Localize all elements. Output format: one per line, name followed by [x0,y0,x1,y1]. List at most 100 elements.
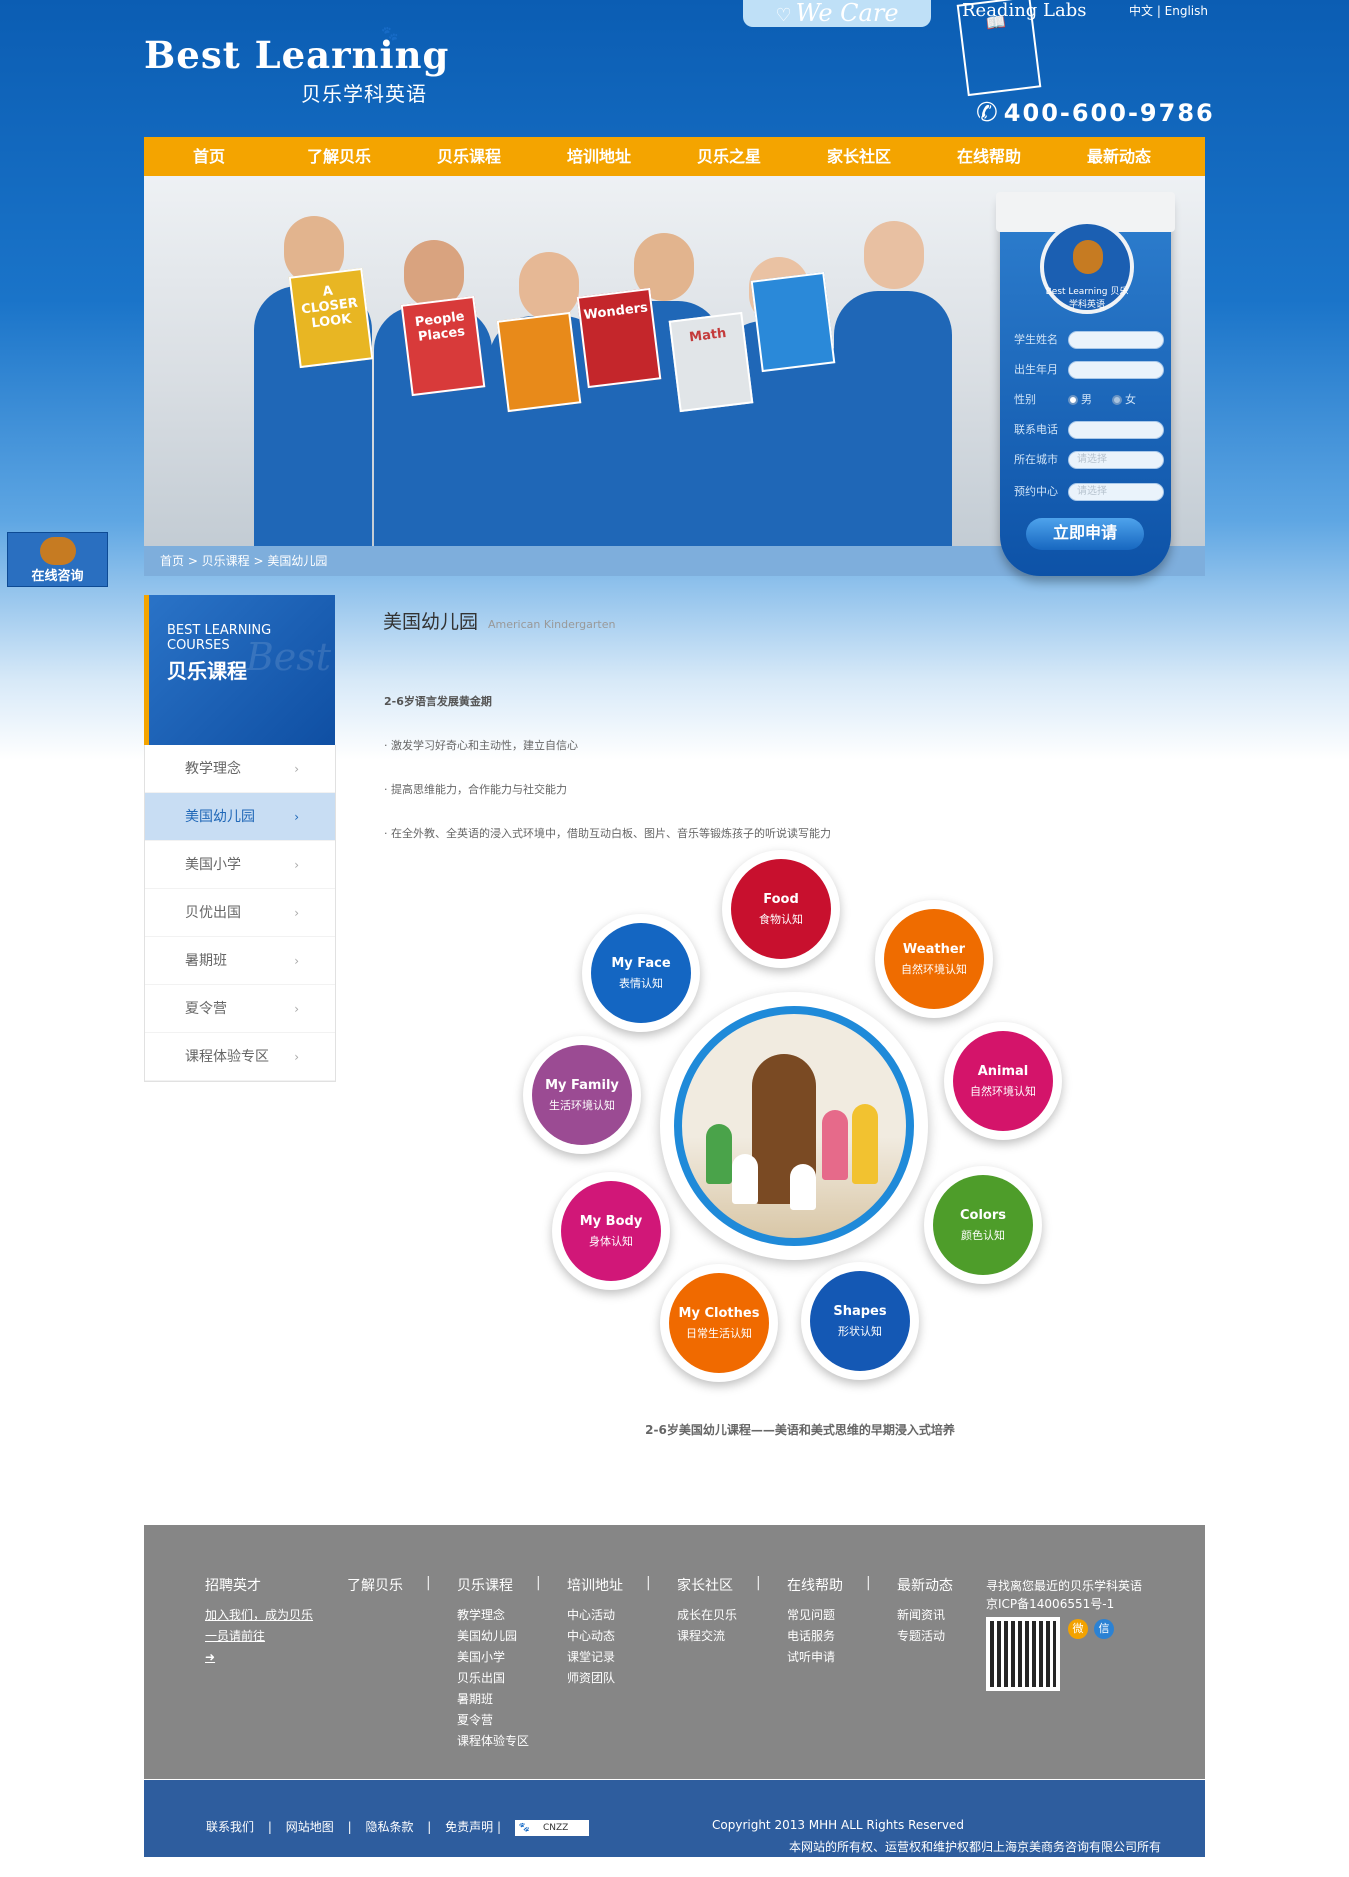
nav-item[interactable]: 在线帮助 [924,137,1054,176]
birth-input[interactable] [1068,361,1164,379]
recruit-link[interactable]: 一员请前往 [205,1626,313,1647]
bubble-shapes[interactable]: Shapes 形状认知 [801,1262,919,1380]
footer-link[interactable]: 常见问题 [787,1605,843,1626]
book-cover: A CLOSER LOOK [288,267,374,369]
language-switch[interactable]: 中文 | English [1129,2,1208,19]
male-label: 男 [1081,393,1092,406]
city-select[interactable]: 请选择 [1068,451,1164,469]
nav-item[interactable]: 家长社区 [794,137,924,176]
footer-col: 在线帮助 常见问题 电话服务 试听申请 [787,1575,843,1668]
consult-label: 在线咨询 [31,569,84,584]
ownership-note: 本网站的所有权、运营权和维护权都归上海京美商务咨询有限公司所有 [789,1840,1162,1854]
reading-labs-link[interactable]: 📖 Reading Labs [956,0,1087,97]
footer-link[interactable]: 课程体验专区 [457,1731,529,1752]
male-radio[interactable]: 男 [1068,390,1092,410]
title-cn: 美国幼儿园 [383,611,479,633]
footer-col-title[interactable]: 家长社区 [677,1575,737,1595]
find-center-text: 寻找离您最近的贝乐学科英语 [986,1579,1143,1593]
cnzz-badge[interactable]: 🐾 CNZZ [514,1819,589,1836]
sidebar-item-active[interactable]: 美国幼儿园 › [145,793,335,841]
footer-link[interactable]: 成长在贝乐 [677,1605,737,1626]
sidebar-item[interactable]: 暑期班 › [145,937,335,985]
chevron-right-icon: › [294,762,299,776]
child-figure [706,1124,732,1184]
bubble-cn: 表情认知 [619,976,663,990]
phone-input[interactable] [1068,421,1164,439]
footer-link[interactable]: 电话服务 [787,1626,843,1647]
footer-link[interactable]: 课程交流 [677,1626,737,1647]
footer-link[interactable]: 教学理念 [457,1605,529,1626]
sidebar-item[interactable]: 夏令营 › [145,985,335,1033]
footer-link[interactable]: 美国幼儿园 [457,1626,529,1647]
footer-link[interactable]: 中心活动 [567,1605,623,1626]
arrow-circle-icon[interactable]: ➜ [205,1647,313,1668]
name-input[interactable] [1068,331,1164,349]
sitemap-link[interactable]: 网站地图 [286,1820,334,1834]
bubble-my-family[interactable]: My Family 生活环境认知 [523,1036,641,1154]
sidebar-item[interactable]: 课程体验专区 › [145,1033,335,1081]
footer-link[interactable]: 专题活动 [897,1626,953,1647]
bubble-weather[interactable]: Weather 自然环境认知 [875,900,993,1018]
disclaimer-link[interactable]: 免责声明 | [445,1820,501,1834]
privacy-link[interactable]: 隐私条款 [365,1820,413,1834]
recruit-link[interactable]: 加入我们，成为贝乐 [205,1605,313,1626]
sidebar-item[interactable]: 教学理念 › [145,745,335,793]
bubble-inner: Animal 自然环境认知 [953,1031,1053,1131]
footer-col-title[interactable]: 最新动态 [897,1575,953,1595]
we-care-button[interactable]: ♡ We Care [743,0,931,27]
footer-link[interactable]: 美国小学 [457,1647,529,1668]
footer-separator: | [866,1575,871,1591]
bubble-colors[interactable]: Colors 颜色认知 [924,1166,1042,1284]
intro-heading: 2-6岁语言发展黄金期 [384,695,492,708]
contact-link[interactable]: 联系我们 [206,1820,254,1834]
apply-button[interactable]: 立即申请 [1026,518,1144,550]
online-consult-button[interactable]: 在线咨询 [7,532,108,587]
nav-item[interactable]: 了解贝乐 [274,137,404,176]
footer-col-title[interactable]: 在线帮助 [787,1575,843,1595]
footer-link[interactable]: 试听申请 [787,1647,843,1668]
center-select[interactable]: 请选择 [1068,483,1164,501]
bubble-food[interactable]: Food 食物认知 [722,850,840,968]
footer-link[interactable]: 新闻资讯 [897,1605,953,1626]
phone-row: 联系电话 [1014,420,1164,440]
site-logo[interactable]: Best Learning 🐾 贝乐学科英语 [144,26,449,106]
course-intro: 2-6岁语言发展黄金期 · 激发学习好奇心和主动性，建立自信心 · 提高思维能力… [384,680,831,856]
nav-item[interactable]: 贝乐之星 [664,137,794,176]
footer-link[interactable]: 夏令营 [457,1710,529,1731]
footer-link[interactable]: 中心动态 [567,1626,623,1647]
wechat-icon[interactable]: 信 [1094,1619,1114,1639]
footer-col-title[interactable]: 贝乐课程 [457,1575,529,1595]
bubble-animal[interactable]: Animal 自然环境认知 [944,1022,1062,1140]
footer-link[interactable]: 课堂记录 [567,1647,623,1668]
mascot-icon [40,537,76,565]
footer-link[interactable]: 师资团队 [567,1668,623,1689]
bubble-inner: Shapes 形状认知 [810,1271,910,1371]
book-cover [496,311,582,413]
footer-col: 培训地址 中心活动 中心动态 课堂记录 师资团队 [567,1575,623,1689]
bubble-cn: 生活环境认知 [549,1098,615,1112]
sidebar-item[interactable]: 美国小学 › [145,841,335,889]
nav-item[interactable]: 首页 [144,137,274,176]
nav-item[interactable]: 贝乐课程 [404,137,534,176]
bubble-cn: 颜色认知 [961,1228,1005,1242]
nav-item[interactable]: 培训地址 [534,137,664,176]
weibo-icon[interactable]: 微 [1068,1619,1088,1639]
footer-col-title[interactable]: 了解贝乐 [347,1575,403,1595]
intro-line: · 提高思维能力，合作能力与社交能力 [384,783,567,796]
footer: 招聘英才 加入我们，成为贝乐 一员请前往 ➜ 了解贝乐 | 贝乐课程 教学理念 … [144,1525,1205,1779]
sidebar-item[interactable]: 贝优出国 › [145,889,335,937]
footer-link[interactable]: 暑期班 [457,1689,529,1710]
female-radio[interactable]: 女 [1112,390,1136,410]
nav-item[interactable]: 最新动态 [1054,137,1184,176]
child-figure [732,1154,758,1204]
bubble-en: My Face [611,955,671,971]
bubble-my-clothes[interactable]: My Clothes 日常生活认知 [660,1264,778,1382]
chevron-right-icon: › [294,1002,299,1016]
footer-link[interactable]: 贝乐出国 [457,1668,529,1689]
bubble-my-body[interactable]: My Body 身体认知 [552,1172,670,1290]
diagram-caption: 2-6岁美国幼儿课程——美语和美式思维的早期浸入式培养 [645,1423,955,1437]
bubble-my-face[interactable]: My Face 表情认知 [582,914,700,1032]
footer-col-title[interactable]: 培训地址 [567,1575,623,1595]
bubble-cn: 食物认知 [759,912,803,926]
gender-label: 性别 [1014,393,1036,406]
